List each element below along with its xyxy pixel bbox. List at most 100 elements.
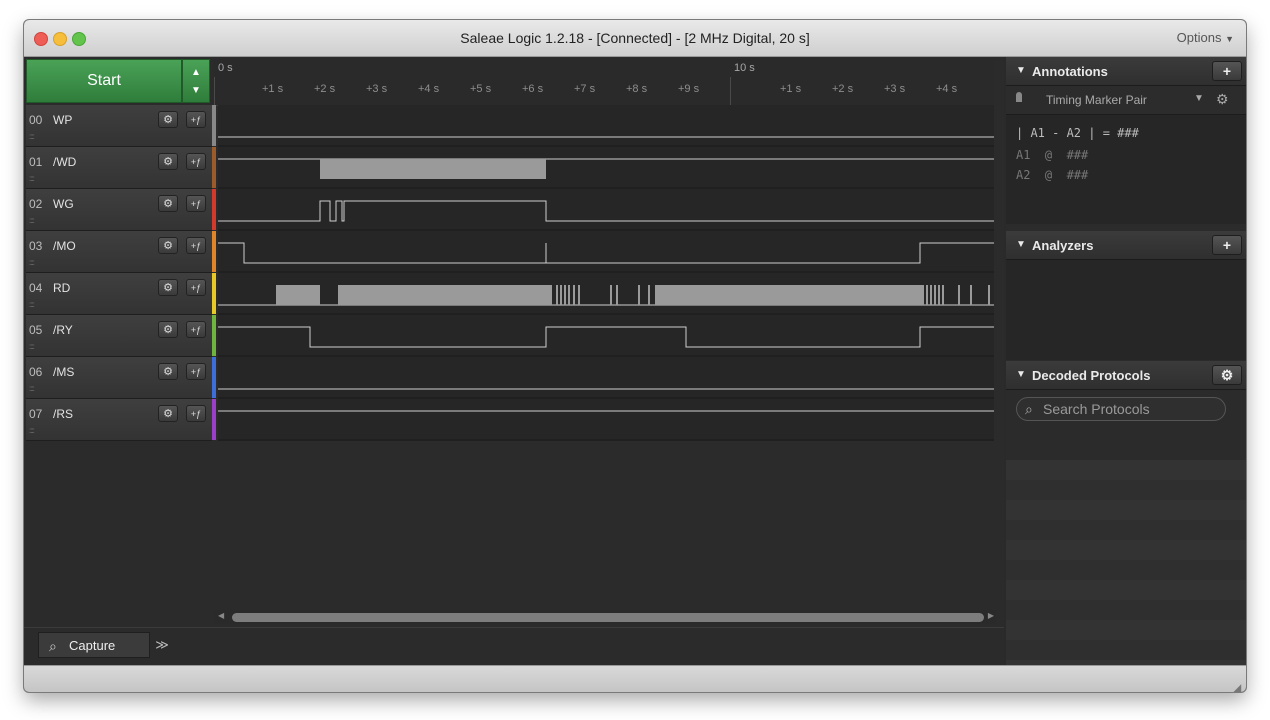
protocol-list-row xyxy=(1006,500,1246,520)
channel-settings-button[interactable]: ⚙ xyxy=(158,363,178,380)
ruler-tick-label: +6 s xyxy=(522,83,544,95)
channel-settings-button[interactable]: ⚙ xyxy=(158,405,178,422)
analyzers-title: Analyzers xyxy=(1032,238,1094,253)
waveform-burst xyxy=(942,285,944,305)
channel-trigger-button[interactable]: +ƒ xyxy=(186,153,206,170)
start-button[interactable]: Start xyxy=(26,59,182,103)
drag-handle-icon[interactable]: :::: xyxy=(29,300,35,309)
timing-marker-row[interactable]: Timing Marker Pair ▼ ⚙ xyxy=(1006,86,1246,115)
start-options-arrows[interactable]: ▲ ▼ xyxy=(182,59,210,103)
annotation-a2: A2 @ ### xyxy=(1016,168,1089,182)
channel-settings-button[interactable]: ⚙ xyxy=(158,111,178,128)
protocol-list-row xyxy=(1006,460,1246,480)
annotations-title: Annotations xyxy=(1032,64,1108,79)
add-analyzer-button[interactable]: + xyxy=(1212,235,1242,255)
drag-handle-icon[interactable]: :::: xyxy=(29,174,35,183)
channel-settings-button[interactable]: ⚙ xyxy=(158,195,178,212)
channel-settings-button[interactable]: ⚙ xyxy=(158,279,178,296)
waveform-burst xyxy=(648,285,650,305)
drag-handle-icon[interactable]: :::: xyxy=(29,216,35,225)
more-tabs-button[interactable]: ≫ xyxy=(150,634,174,656)
annotations-body: Timing Marker Pair ▼ ⚙ | A1 - A2 | = ###… xyxy=(1006,86,1246,224)
ruler-major-line xyxy=(214,77,215,105)
channel-trigger-button[interactable]: +ƒ xyxy=(186,195,206,212)
waveform-burst xyxy=(564,285,566,305)
scroll-right-icon[interactable]: ▶ xyxy=(988,611,994,620)
channel-name[interactable]: /RS xyxy=(53,407,73,421)
ruler-tick-label: +3 s xyxy=(366,83,388,95)
channel-row[interactable]: 06/MS:::: ⚙ +ƒ xyxy=(26,357,212,399)
chevron-down-icon[interactable]: ▼ xyxy=(1194,93,1204,104)
channel-row[interactable]: 01/WD:::: ⚙ +ƒ xyxy=(26,147,212,189)
channel-name[interactable]: /MS xyxy=(53,365,74,379)
tab-capture[interactable]: ⌕ Capture xyxy=(38,632,150,658)
drag-handle-icon[interactable]: :::: xyxy=(29,342,35,351)
search-icon: ⌕ xyxy=(1025,401,1033,417)
channel-number: 06 xyxy=(29,365,43,379)
channel-color-bar xyxy=(212,105,216,146)
channel-trigger-button[interactable]: +ƒ xyxy=(186,363,206,380)
decoded-settings-button[interactable]: ⚙ xyxy=(1212,365,1242,385)
channel-row[interactable]: 05/RY:::: ⚙ +ƒ xyxy=(26,315,212,357)
channel-row[interactable]: 07/RS:::: ⚙ +ƒ xyxy=(26,399,212,441)
analyzers-header[interactable]: ▼ Analyzers + xyxy=(1006,231,1246,260)
tab-capture-label: Capture xyxy=(69,638,116,653)
channel-name[interactable]: /WD xyxy=(53,155,76,169)
channel-waveform xyxy=(218,242,994,264)
ruler-tick-label: +1 s xyxy=(780,83,802,95)
channel-row[interactable]: 03/MO:::: ⚙ +ƒ xyxy=(26,231,212,273)
annotations-header[interactable]: ▼ Annotations + xyxy=(1006,57,1246,86)
channel-trigger-button[interactable]: +ƒ xyxy=(186,405,206,422)
scroll-left-icon[interactable]: ◀ xyxy=(218,611,224,620)
channel-name[interactable]: RD xyxy=(53,281,70,295)
channel-name[interactable]: WG xyxy=(53,197,74,211)
channel-settings-button[interactable]: ⚙ xyxy=(158,237,178,254)
add-annotation-button[interactable]: + xyxy=(1212,61,1242,81)
options-menu[interactable]: Options ▼ xyxy=(1177,30,1234,45)
drag-handle-icon[interactable]: :::: xyxy=(29,426,35,435)
waveform-burst xyxy=(616,285,618,305)
options-label: Options xyxy=(1176,30,1222,45)
channel-row[interactable]: 04 RD:::: ⚙ +ƒ xyxy=(26,273,212,315)
waveform-burst xyxy=(560,285,562,305)
ruler-major-line xyxy=(730,77,731,105)
timing-marker-label: Timing Marker Pair xyxy=(1046,93,1147,107)
time-ruler[interactable]: 0 s 10 s +1 s +2 s +3 s +4 s +5 s +6 s +7 s +8 s… xyxy=(214,59,994,106)
capture-pane: Start ▲ ▼ 0 s 10 s +1 s +2 s +3 s +4 s +5 s +6… xyxy=(24,57,1004,666)
drag-handle-icon[interactable]: :::: xyxy=(29,258,35,267)
waveform-burst xyxy=(276,285,320,305)
ruler-tick-label: +2 s xyxy=(314,83,336,95)
channel-number: 03 xyxy=(29,239,43,253)
channel-name[interactable]: /MO xyxy=(53,239,76,253)
channel-settings-button[interactable]: ⚙ xyxy=(158,153,178,170)
channel-name[interactable]: /RY xyxy=(53,323,73,337)
drag-handle-icon[interactable]: :::: xyxy=(29,132,35,141)
channel-row[interactable]: 02 WG:::: ⚙ +ƒ xyxy=(26,189,212,231)
ruler-tick-label: +2 s xyxy=(832,83,854,95)
channel-trigger-button[interactable]: +ƒ xyxy=(186,279,206,296)
channel-color-bar xyxy=(212,399,216,440)
search-icon: ⌕ xyxy=(49,638,57,654)
scroll-thumb[interactable] xyxy=(232,613,984,622)
channel-trigger-button[interactable]: +ƒ xyxy=(186,237,206,254)
horizontal-scrollbar[interactable]: ◀ ▶ xyxy=(214,610,996,624)
channel-name[interactable]: WP xyxy=(53,113,72,127)
chevron-down-icon[interactable]: ▼ xyxy=(183,84,209,98)
collapse-icon: ▼ xyxy=(1016,369,1026,380)
waveform-area[interactable] xyxy=(218,105,994,441)
decoded-protocols-header[interactable]: ▼ Decoded Protocols ⚙ xyxy=(1006,361,1246,390)
chevron-up-icon[interactable]: ▲ xyxy=(183,66,209,80)
ruler-tick-label: +7 s xyxy=(574,83,596,95)
search-protocols-input[interactable]: ⌕ Search Protocols xyxy=(1016,397,1226,421)
annotation-formula: | A1 - A2 | = ### xyxy=(1016,126,1139,140)
channel-trigger-button[interactable]: +ƒ xyxy=(186,111,206,128)
channel-number: 00 xyxy=(29,113,43,127)
drag-handle-icon[interactable]: :::: xyxy=(29,384,35,393)
resize-grip-icon[interactable]: ◢ xyxy=(1232,681,1242,692)
gear-icon[interactable]: ⚙ xyxy=(1216,91,1229,108)
channel-trigger-button[interactable]: +ƒ xyxy=(186,321,206,338)
ruler-tick-label: +4 s xyxy=(936,83,958,95)
channel-settings-button[interactable]: ⚙ xyxy=(158,321,178,338)
waveform-burst xyxy=(988,285,990,305)
channel-row[interactable]: 00 WP:::: ⚙ +ƒ xyxy=(26,105,212,147)
